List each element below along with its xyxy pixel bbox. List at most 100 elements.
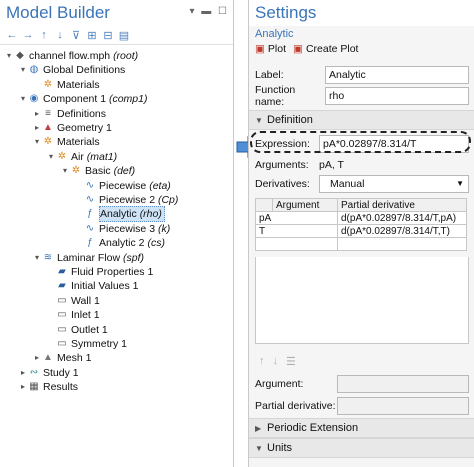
tree-node-tag: (eta) (149, 179, 171, 192)
argument-caption: Argument: (255, 378, 304, 390)
plot-icon[interactable]: ▣ (255, 43, 265, 55)
tree-node-label: Symmetry 1 (71, 337, 127, 351)
tree-collapse-icon[interactable]: ▸ (18, 366, 28, 380)
file-icon: ◆ (16, 50, 24, 61)
tree-node-label: Analytic (rho) (99, 206, 165, 223)
tree-node-text: Piecewise (99, 179, 150, 192)
table-cell-empty[interactable] (255, 237, 338, 251)
tree-node[interactable]: ▾ ◍ Global Definitions (18, 63, 125, 77)
periodic-extension-section-header[interactable]: ▶ Periodic Extension (249, 418, 474, 438)
table-cell-argument[interactable]: pA (255, 211, 338, 225)
table-row[interactable]: pA d(pA*0.02897/8.314/T,pA) (255, 211, 467, 225)
units-section-header[interactable]: ▼ Units (249, 438, 474, 458)
tree-node[interactable]: ▾ ✲ Basic (def) (60, 164, 135, 178)
tree-node[interactable]: ▭ Wall 1 (46, 294, 100, 308)
derivatives-select[interactable]: Manual ▼ (319, 175, 469, 193)
function-icon: ∿ (85, 179, 95, 191)
tree-node[interactable]: ƒ Analytic 2 (cs) (74, 236, 165, 250)
tree-collapse-icon[interactable]: ▸ (32, 121, 42, 135)
derivatives-row: Derivatives: Manual ▼ (255, 175, 469, 193)
table-row[interactable] (255, 237, 467, 251)
tree-expand-icon[interactable]: ▾ (32, 251, 42, 265)
table-row[interactable]: T d(pA*0.02897/8.314/T,T) (255, 224, 467, 238)
view-icon[interactable]: ▤ (118, 29, 130, 42)
arrow-up-icon[interactable]: ↑ (38, 29, 50, 41)
tree-node[interactable]: ▭ Outlet 1 (46, 323, 108, 337)
chevron-right-icon: ▶ (255, 424, 262, 433)
tree-node[interactable]: ▭ Symmetry 1 (46, 337, 127, 351)
partial-derivative-caption: Partial derivative: (255, 400, 336, 412)
tree-expand-icon[interactable]: ▾ (4, 49, 14, 63)
maximize-icon[interactable]: ☐ (218, 6, 227, 17)
arguments-caption: Arguments: (255, 159, 309, 171)
minimize-icon[interactable]: ▬ (201, 6, 211, 17)
tree-node-label: Results (43, 380, 78, 394)
tree-node[interactable]: ▸ ▲ Geometry 1 (32, 121, 112, 135)
function-name-row: Function name: rho (255, 84, 469, 108)
tree-collapse-icon[interactable]: ▸ (32, 351, 42, 365)
tree-node-tag: (root) (113, 50, 139, 62)
tree-node[interactable]: ▭ Inlet 1 (46, 308, 99, 322)
tree-node[interactable]: ▾ ◆ channel flow.mph (root) (4, 49, 138, 63)
component-icon: ◉ (29, 93, 39, 105)
tree-node[interactable]: ▾ ◉ Component 1 (comp1) (18, 92, 148, 106)
tree-node[interactable]: ▸ ≡ Definitions (32, 107, 106, 121)
clear-table-icon[interactable]: ☰ (286, 355, 296, 368)
tree-expand-icon[interactable]: ▾ (32, 135, 42, 149)
tree-node[interactable]: ▸ ∾ Study 1 (18, 366, 79, 380)
globe-icon: ◍ (29, 64, 39, 76)
flow-icon: ≋ (43, 251, 53, 263)
label-row: Label: Analytic (255, 66, 469, 84)
expand-icon[interactable]: ⊞ (86, 29, 98, 42)
table-cell-empty[interactable] (337, 237, 467, 251)
tree-node-label: Definitions (57, 107, 106, 121)
plot-button[interactable]: Plot (268, 43, 286, 55)
model-tree: ▾ ◆ channel flow.mph (root) ▾ ◍ Global Defini… (0, 45, 233, 393)
tree-collapse-icon[interactable]: ▸ (32, 107, 42, 121)
tree-node-label: Study 1 (43, 366, 79, 380)
tree-node-tag: (rho) (139, 208, 162, 221)
arrow-left-icon[interactable]: ← (6, 29, 18, 41)
tree-node[interactable]: ▰ Initial Values 1 (46, 279, 138, 293)
definition-section-header[interactable]: ▼ Definition (249, 110, 474, 130)
tree-expand-icon[interactable]: ▾ (46, 150, 56, 164)
tree-node[interactable]: ✲ Materials (32, 78, 100, 92)
filter-icon[interactable]: ⊽ (70, 29, 82, 42)
create-plot-button[interactable]: Create Plot (306, 43, 359, 55)
tree-node[interactable]: ▾ ✲ Materials (32, 135, 100, 149)
table-cell-derivative[interactable]: d(pA*0.02897/8.314/T,pA) (337, 211, 467, 225)
fluid-icon: ▰ (58, 266, 66, 277)
table-cell-derivative[interactable]: d(pA*0.02897/8.314/T,T) (337, 224, 467, 238)
table-cell-argument[interactable]: T (255, 224, 338, 238)
tree-node[interactable]: ▾ ✲ Air (mat1) (46, 150, 117, 164)
tree-expand-icon[interactable]: ▾ (18, 92, 28, 106)
arrow-right-icon[interactable]: → (22, 29, 34, 41)
function-name-field[interactable]: rho (325, 87, 469, 105)
argument-field[interactable] (337, 375, 469, 393)
collapse-icon[interactable]: ⊟ (102, 29, 114, 42)
tree-node-tag: (mat1) (86, 150, 118, 163)
create-plot-icon[interactable]: ▣ (293, 43, 303, 55)
tree-expand-icon[interactable]: ▾ (18, 63, 28, 77)
tree-node[interactable]: ƒ Analytic (rho) (74, 206, 165, 223)
arguments-value: pA, T (319, 159, 344, 171)
move-up-icon[interactable]: ↑ (259, 355, 265, 368)
settings-toolbar: ▣ Plot ▣ Create Plot (255, 43, 358, 55)
tree-node[interactable]: ▸ ▦ Results (18, 380, 78, 394)
arrow-down-icon[interactable]: ↓ (54, 29, 66, 41)
tree-node[interactable]: ▸ ▲ Mesh 1 (32, 351, 91, 365)
tree-node[interactable]: ∿ Piecewise 2 (Cp) (74, 193, 179, 207)
tree-node[interactable]: ∿ Piecewise (eta) (74, 179, 171, 193)
tree-collapse-icon[interactable]: ▸ (18, 380, 28, 394)
label-field[interactable]: Analytic (325, 66, 469, 84)
partial-derivative-field[interactable] (337, 397, 469, 415)
function-name-caption: Function name: (255, 84, 296, 108)
tree-node[interactable]: ▰ Fluid Properties 1 (46, 265, 153, 279)
menu-icon[interactable]: ▾ (189, 6, 194, 17)
tree-node[interactable]: ∿ Piecewise 3 (k) (74, 222, 170, 236)
tree-expand-icon[interactable]: ▾ (60, 164, 70, 178)
tree-node[interactable]: ▾ ≋ Laminar Flow (spf) (32, 251, 144, 265)
move-down-icon[interactable]: ↓ (273, 355, 279, 368)
tree-node-label: Piecewise (eta) (99, 179, 171, 193)
tree-node-text: Outlet 1 (71, 323, 108, 336)
